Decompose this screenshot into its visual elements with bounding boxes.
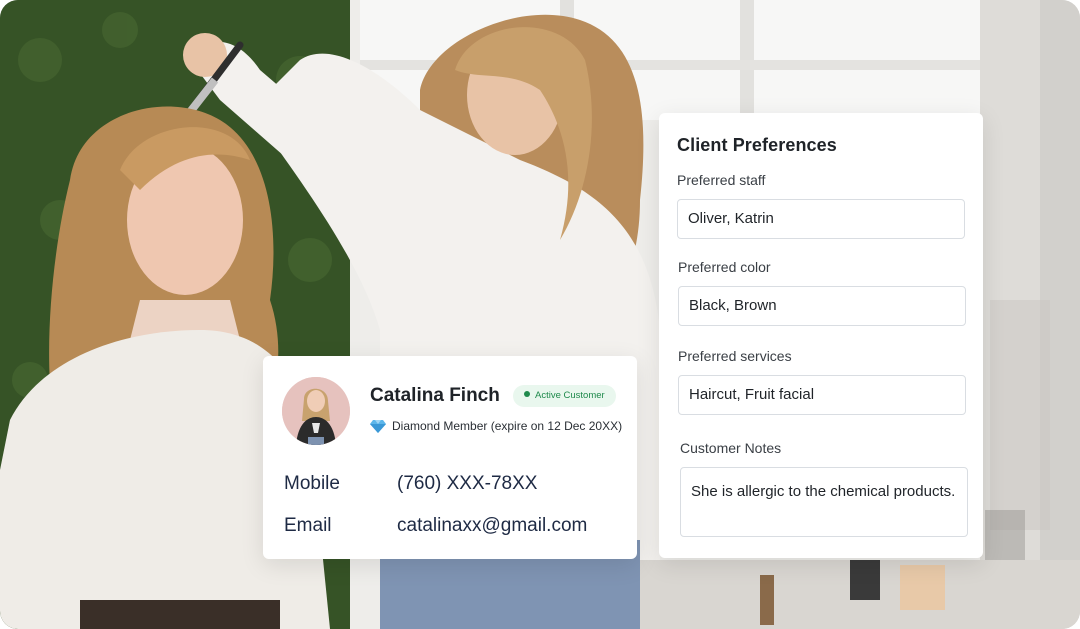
customer-name: Catalina Finch: [370, 385, 500, 406]
status-dot-icon: [524, 391, 530, 397]
preferred-color-field[interactable]: Black, Brown: [678, 286, 966, 326]
preferred-color-label: Preferred color: [678, 259, 771, 275]
membership-row: Diamond Member (expire on 12 Dec 20XX): [370, 418, 622, 434]
mobile-label: Mobile: [284, 473, 340, 494]
preferred-services-field[interactable]: Haircut, Fruit facial: [678, 375, 966, 415]
customer-notes-label: Customer Notes: [680, 440, 782, 456]
preferred-staff-label: Preferred staff: [677, 172, 766, 188]
status-badge-label: Active Customer: [535, 390, 605, 401]
membership-text: Diamond Member (expire on 12 Dec 20XX): [392, 419, 623, 433]
preferred-services-label: Preferred services: [678, 348, 792, 364]
mobile-value[interactable]: (760) XXX-78XX: [397, 473, 537, 495]
avatar-photo: [282, 377, 350, 445]
avatar[interactable]: [282, 377, 350, 445]
diamond-icon: [370, 420, 386, 433]
client-preferences-title: Client Preferences: [677, 135, 837, 155]
status-badge: Active Customer: [513, 385, 616, 407]
client-preferences-card: Client Preferences Preferred staff Olive…: [659, 113, 983, 558]
customer-notes-field[interactable]: She is allergic to the chemical products…: [680, 467, 968, 537]
email-value[interactable]: catalinaxx@gmail.com: [397, 515, 587, 537]
customer-card: Catalina Finch Active Customer Diamond M…: [263, 356, 637, 559]
preferred-staff-field[interactable]: Oliver, Katrin: [677, 199, 965, 239]
email-label: Email: [284, 515, 332, 536]
stage: Client Preferences Preferred staff Olive…: [0, 0, 1080, 629]
